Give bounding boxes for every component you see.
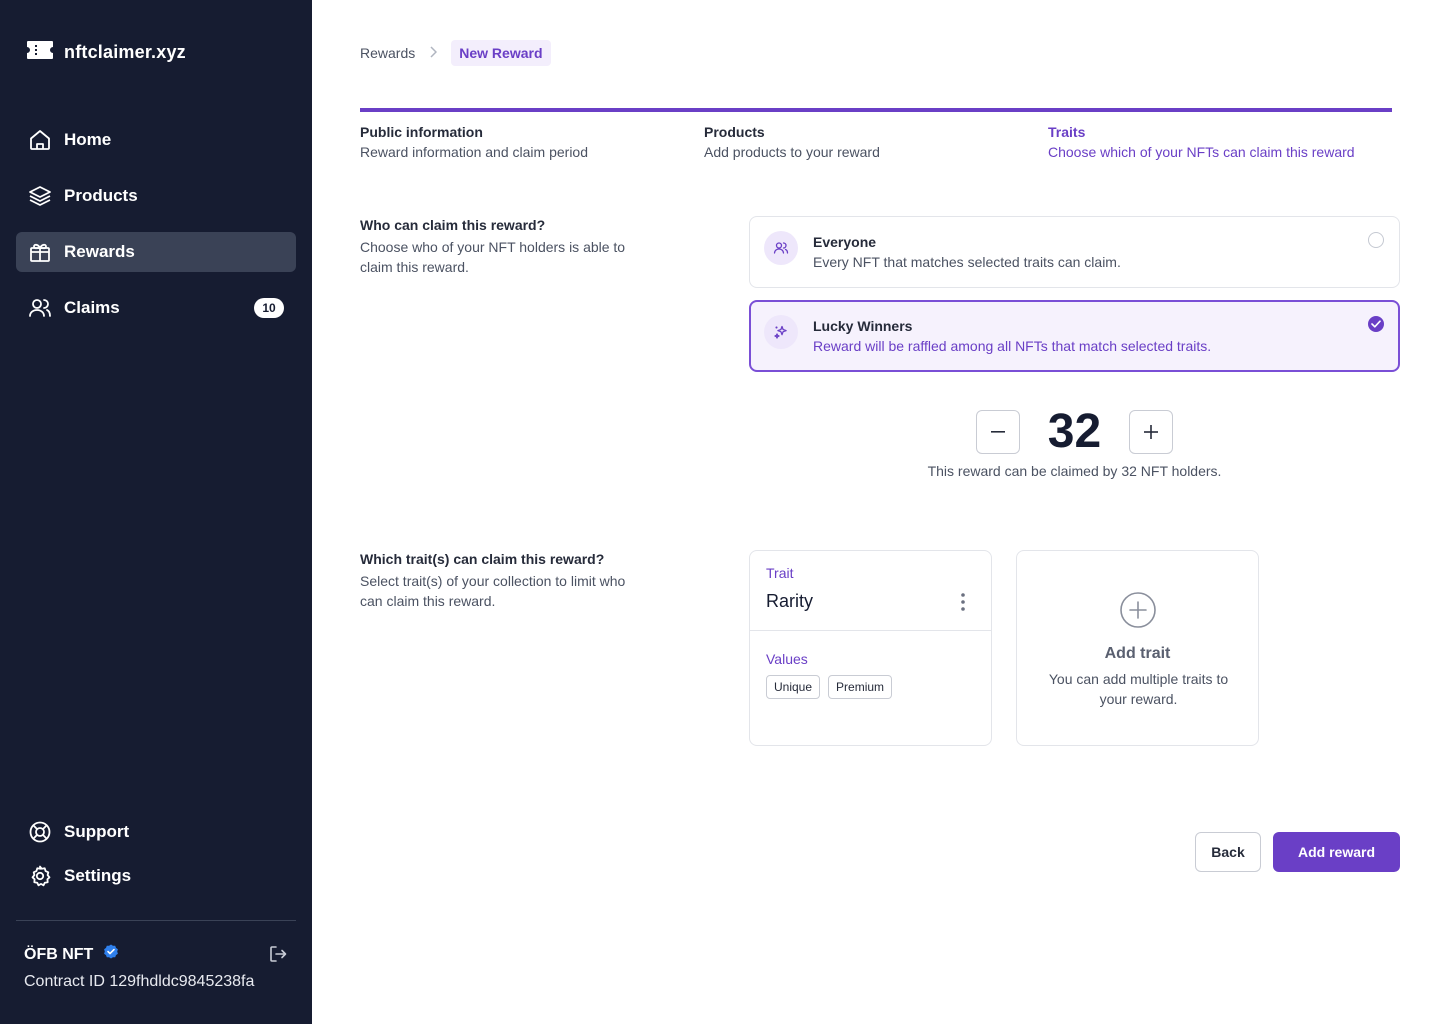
step-title: Traits — [1048, 124, 1086, 140]
wizard-steps: Public information Reward information an… — [360, 108, 1392, 168]
sidebar-item-rewards[interactable]: Rewards — [16, 232, 296, 272]
users-icon — [28, 296, 52, 320]
section-title: Which trait(s) can claim this reward? — [360, 551, 605, 567]
radio-everyone[interactable] — [1368, 232, 1384, 248]
account-name: ÖFB NFT — [24, 944, 294, 965]
increment-button[interactable] — [1129, 409, 1173, 454]
sidebar-item-label: Home — [64, 130, 112, 149]
step-traits[interactable]: Traits Choose which of your NFTs can cla… — [1048, 112, 1392, 168]
sidebar-item-label: Rewards — [64, 242, 135, 261]
add-trait-title: Add trait — [1104, 645, 1171, 662]
winners-note: This reward can be claimed by 32 NFT hol… — [927, 463, 1222, 479]
sparkles-icon — [764, 315, 798, 349]
option-everyone[interactable]: Everyone Every NFT that matches selected… — [749, 216, 1400, 288]
verified-badge-icon — [103, 944, 119, 965]
sidebar-item-support[interactable]: Support — [16, 812, 296, 852]
secondary-nav: Support Settings — [16, 812, 296, 900]
sidebar-item-label: Claims — [64, 298, 120, 317]
sidebar-divider — [16, 920, 296, 921]
account-panel: ÖFB NFT Contract ID 129fhdldc9845238fa — [24, 944, 294, 991]
claims-count-badge: 10 — [254, 298, 284, 318]
contract-id: Contract ID 129fhdldc9845238fa — [24, 973, 255, 990]
step-title: Products — [704, 124, 765, 140]
step-products[interactable]: Products Add products to your reward — [704, 112, 1048, 168]
logout-icon[interactable] — [268, 944, 288, 969]
breadcrumb-rewards[interactable]: Rewards — [360, 45, 415, 61]
step-title: Public information — [360, 124, 483, 140]
trait-name: Rarity — [766, 591, 814, 611]
traits-section-label: Which trait(s) can claim this reward? Se… — [360, 551, 640, 611]
option-title: Lucky Winners — [813, 318, 913, 334]
section-title: Who can claim this reward? — [360, 217, 546, 233]
sidebar-item-label: Settings — [64, 866, 132, 885]
sidebar-item-claims[interactable]: Claims 10 — [16, 288, 296, 328]
step-subtitle: Reward information and claim period — [360, 144, 588, 160]
add-reward-button[interactable]: Add reward — [1273, 832, 1400, 872]
winners-stepper: 32 — [976, 404, 1173, 459]
sidebar-item-settings[interactable]: Settings — [16, 856, 296, 896]
option-lucky-winners[interactable]: Lucky Winners Reward will be raffled amo… — [749, 300, 1400, 372]
claimers-section-label: Who can claim this reward? Choose who of… — [360, 217, 640, 277]
option-title: Everyone — [813, 234, 877, 250]
option-description: Every NFT that matches selected traits c… — [813, 254, 1121, 270]
lifebuoy-icon — [28, 820, 52, 844]
value-chip[interactable]: Unique — [766, 675, 821, 699]
section-description: Choose who of your NFT holders is able t… — [360, 239, 626, 275]
trait-values: Unique Premium — [766, 675, 893, 699]
breadcrumb: Rewards New Reward — [360, 40, 551, 66]
step-public-information[interactable]: Public information Reward information an… — [360, 112, 704, 168]
brand-name: nftclaimer.xyz — [64, 42, 186, 62]
value-chip[interactable]: Premium — [828, 675, 893, 699]
sidebar: nftclaimer.xyz Home Products Rewards Cla… — [0, 0, 312, 1024]
account-name-text: ÖFB NFT — [24, 945, 94, 963]
plus-circle-icon — [1120, 592, 1156, 633]
main-nav: Home Products Rewards Claims 10 — [16, 120, 296, 344]
more-vertical-icon[interactable] — [953, 591, 973, 613]
step-subtitle: Choose which of your NFTs can claim this… — [1048, 144, 1355, 160]
gift-icon — [28, 240, 52, 264]
winners-count: 32 — [1047, 405, 1102, 458]
add-trait-card[interactable]: Add trait You can add multiple traits to… — [1016, 550, 1259, 746]
radio-lucky-winners[interactable] — [1368, 316, 1384, 332]
sidebar-item-home[interactable]: Home — [16, 120, 296, 160]
layers-icon — [28, 184, 52, 208]
sidebar-item-label: Support — [64, 822, 130, 841]
trait-card-divider — [750, 630, 991, 631]
users-icon — [764, 231, 798, 265]
trait-label: Trait — [766, 565, 794, 581]
option-description: Reward will be raffled among all NFTs th… — [813, 338, 1212, 354]
trait-card[interactable]: Trait Rarity Values Unique Premium — [749, 550, 992, 746]
values-label: Values — [766, 651, 808, 667]
home-icon — [28, 128, 52, 152]
section-description: Select trait(s) of your collection to li… — [360, 573, 626, 609]
chevron-right-icon — [429, 45, 438, 61]
ticket-icon — [26, 40, 54, 65]
gear-icon — [28, 864, 52, 888]
add-trait-description: You can add multiple traits to your rewa… — [1048, 671, 1229, 707]
breadcrumb-new-reward[interactable]: New Reward — [451, 40, 551, 66]
sidebar-item-label: Products — [64, 186, 138, 205]
sidebar-item-products[interactable]: Products — [16, 176, 296, 216]
brand[interactable]: nftclaimer.xyz — [26, 40, 186, 65]
step-subtitle: Add products to your reward — [704, 144, 880, 160]
decrement-button[interactable] — [976, 409, 1020, 454]
back-button[interactable]: Back — [1195, 832, 1261, 872]
